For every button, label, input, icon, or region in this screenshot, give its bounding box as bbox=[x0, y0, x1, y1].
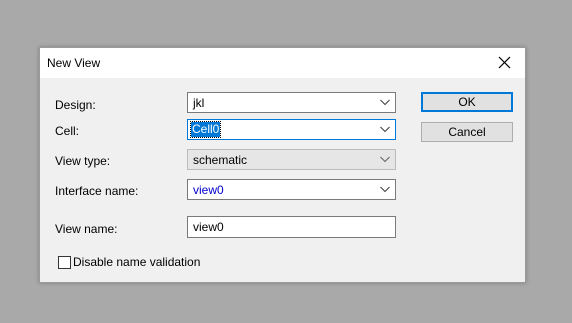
cell-combobox[interactable]: Cell0 bbox=[187, 119, 396, 140]
disable-validation-label[interactable]: Disable name validation bbox=[73, 255, 200, 269]
chevron-down-icon[interactable] bbox=[380, 99, 390, 106]
ok-button[interactable]: OK bbox=[421, 92, 513, 112]
view-type-label: View type: bbox=[55, 154, 111, 168]
cancel-button[interactable]: Cancel bbox=[421, 122, 513, 142]
view-name-label: View name: bbox=[55, 222, 118, 236]
view-type-combobox[interactable]: schematic bbox=[187, 149, 396, 170]
design-label: Design: bbox=[55, 98, 96, 112]
disable-validation-checkbox[interactable] bbox=[58, 256, 71, 269]
cell-value: Cell0 bbox=[189, 121, 222, 138]
view-type-value: schematic bbox=[193, 153, 248, 167]
chevron-down-icon[interactable] bbox=[380, 156, 390, 163]
chevron-down-icon[interactable] bbox=[380, 186, 390, 193]
view-name-input[interactable]: view0 bbox=[187, 216, 396, 238]
new-view-dialog: New View Design: jkl OK Cell: Cell0 Canc… bbox=[39, 47, 526, 283]
interface-name-combobox[interactable]: view0 bbox=[187, 179, 396, 200]
close-button[interactable] bbox=[485, 48, 525, 78]
interface-name-label: Interface name: bbox=[55, 184, 139, 198]
interface-name-value: view0 bbox=[193, 183, 224, 197]
cell-label: Cell: bbox=[55, 124, 80, 138]
dialog-title: New View bbox=[47, 56, 101, 70]
chevron-down-icon[interactable] bbox=[380, 126, 390, 133]
title-bar: New View bbox=[40, 48, 525, 78]
design-value: jkl bbox=[193, 96, 205, 110]
close-icon bbox=[498, 56, 511, 69]
design-combobox[interactable]: jkl bbox=[187, 92, 396, 113]
view-name-value: view0 bbox=[193, 220, 224, 234]
